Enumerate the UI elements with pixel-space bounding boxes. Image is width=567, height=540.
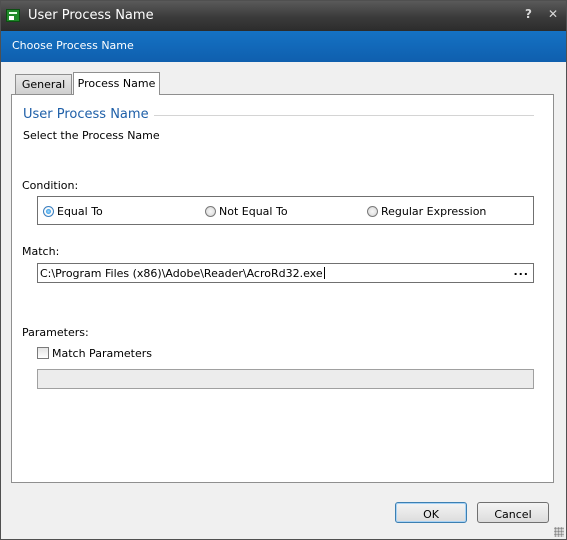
- section-title: User Process Name: [23, 107, 149, 122]
- tab-general[interactable]: General: [15, 74, 72, 94]
- header-text: Choose Process Name: [12, 39, 134, 52]
- section-description: Select the Process Name: [23, 129, 160, 142]
- tab-panel: User Process Name Select the Process Nam…: [11, 94, 554, 483]
- radio-not-equal-to-label[interactable]: Not Equal To: [219, 205, 288, 218]
- radio-regular-expression[interactable]: [367, 206, 378, 217]
- help-icon[interactable]: ?: [525, 7, 532, 21]
- close-icon[interactable]: ✕: [548, 7, 558, 21]
- ok-button[interactable]: OK: [395, 502, 467, 523]
- match-parameters-checkbox[interactable]: [37, 347, 49, 359]
- radio-equal-to-label[interactable]: Equal To: [57, 205, 103, 218]
- cancel-button[interactable]: Cancel: [477, 502, 549, 523]
- radio-not-equal-to[interactable]: [205, 206, 216, 217]
- parameters-label: Parameters:: [22, 326, 89, 339]
- match-input[interactable]: C:\Program Files (x86)\Adobe\Reader\Acro…: [37, 263, 534, 283]
- header-band: Choose Process Name: [1, 31, 566, 62]
- app-icon: [6, 9, 20, 22]
- match-value: C:\Program Files (x86)\Adobe\Reader\Acro…: [40, 267, 323, 280]
- text-caret: [323, 267, 325, 279]
- section-divider: [154, 115, 534, 116]
- condition-label: Condition:: [22, 179, 79, 192]
- resize-grip-icon[interactable]: [554, 527, 564, 537]
- match-label: Match:: [22, 245, 60, 258]
- radio-equal-to[interactable]: [43, 206, 54, 217]
- condition-group: Equal To Not Equal To Regular Expression: [37, 196, 534, 225]
- parameters-input[interactable]: [37, 369, 534, 389]
- title-bar[interactable]: User Process Name ? ✕: [1, 1, 566, 31]
- tab-process-name[interactable]: Process Name: [73, 72, 160, 95]
- browse-button[interactable]: ...: [513, 265, 529, 278]
- radio-regular-expression-label[interactable]: Regular Expression: [381, 205, 486, 218]
- match-parameters-label[interactable]: Match Parameters: [52, 347, 152, 360]
- dialog-window: User Process Name ? ✕ Choose Process Nam…: [0, 0, 567, 540]
- window-title: User Process Name: [28, 8, 154, 23]
